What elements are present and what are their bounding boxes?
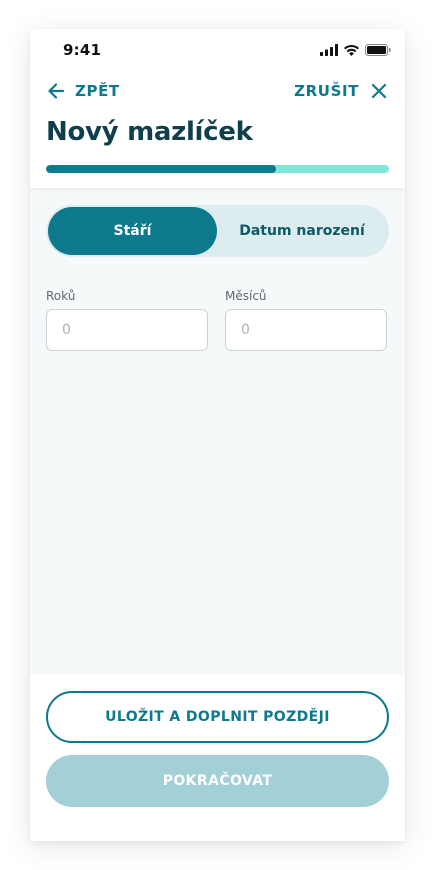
arrow-left-icon [48,83,65,99]
phone-screen: 9:41 ZPĚT ZRUŠIT Nový mazlíček Stáří Dat… [30,29,405,841]
back-label: ZPĚT [75,82,120,100]
cellular-signal-icon [320,44,338,56]
years-label: Roků [46,289,76,303]
footer: ULOŽIT A DOPLNIT POZDĚJI POKRAČOVAT [30,675,405,841]
progress-bar [46,165,389,173]
months-label: Měsíců [225,289,267,303]
status-icons [320,44,391,56]
segment-age[interactable]: Stáří [48,207,217,255]
age-mode-toggle: Stáří Datum narození [46,205,389,257]
header: 9:41 ZPĚT ZRUŠIT Nový mazlíček [30,29,405,188]
continue-button[interactable]: POKRAČOVAT [46,755,389,807]
progress-bar-fill [46,165,276,173]
cancel-label: ZRUŠIT [294,82,359,100]
segment-birth-date[interactable]: Datum narození [217,207,387,255]
battery-icon [365,44,391,56]
page-title: Nový mazlíček [46,117,253,147]
back-button[interactable]: ZPĚT [47,82,120,100]
years-input[interactable] [46,309,208,351]
wifi-icon [344,45,359,56]
status-time: 9:41 [63,41,102,59]
months-input[interactable] [225,309,387,351]
save-later-button[interactable]: ULOŽIT A DOPLNIT POZDĚJI [46,691,389,743]
cancel-button[interactable]: ZRUŠIT [294,82,387,100]
close-icon [371,83,387,99]
